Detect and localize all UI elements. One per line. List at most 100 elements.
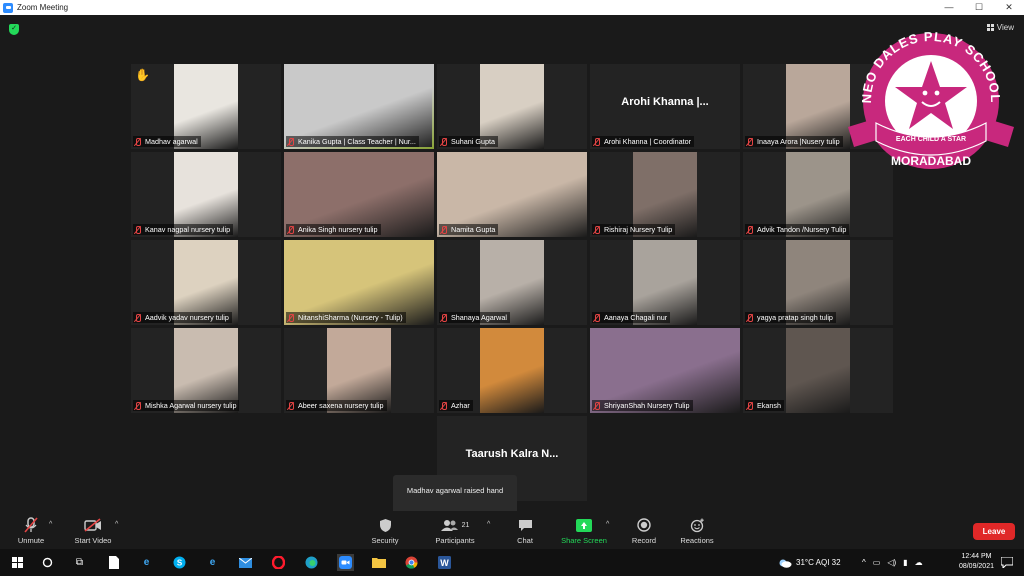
mic-muted-icon: [593, 313, 601, 322]
participant-tile[interactable]: Abeer saxena nursery tulip: [284, 328, 434, 413]
share-screen-button[interactable]: Share Screen: [557, 517, 611, 545]
cloud-icon: [779, 559, 792, 568]
raised-hand-notification-text: Madhav agarwal raised hand: [406, 486, 504, 495]
participant-name: Anika Singh nursery tulip: [298, 225, 378, 234]
mic-muted-icon: [593, 225, 601, 234]
zoom-app-icon: [3, 2, 13, 13]
unmute-button[interactable]: Unmute: [14, 517, 48, 545]
battery-icon[interactable]: ▮: [903, 558, 907, 567]
participant-name: Mishka Agarwal nursery tulip: [145, 401, 237, 410]
reactions-button[interactable]: Reactions: [677, 517, 717, 545]
participant-tile[interactable]: yagya pratap singh tulip: [743, 240, 893, 325]
participant-name: Arohi Khanna | Coordinator: [604, 137, 691, 146]
notifications-icon[interactable]: [998, 554, 1015, 571]
participants-caret-icon[interactable]: ^: [487, 521, 490, 528]
participants-label: Participants: [435, 536, 475, 545]
participant-tile[interactable]: Arohi Khanna |... Arohi Khanna | Coordina…: [590, 64, 740, 149]
participant-tile[interactable]: Kanika Gupta | Class Teacher | Nur...: [284, 64, 434, 149]
participant-name-label: ShriyanShah Nursery Tulip: [592, 400, 693, 411]
record-label: Record: [631, 536, 657, 545]
participant-tile[interactable]: Azhar: [437, 328, 587, 413]
participant-name-label: NitanshiSharma (Nursery - Tulip): [286, 312, 406, 323]
clock-time: 12:44 PM: [961, 553, 992, 560]
participant-name: Kanav nagpal nursery tulip: [145, 225, 231, 234]
mic-muted-icon: [14, 517, 48, 533]
file-explorer-icon[interactable]: [370, 554, 387, 571]
file-icon[interactable]: [105, 554, 122, 571]
minimize-button[interactable]: —: [934, 0, 964, 15]
school-logo: NEO DALES PLAY SCHOOL EACH CHILD A STAR …: [848, 29, 1014, 169]
mic-muted-icon: [287, 401, 295, 410]
edge-legacy-icon[interactable]: e: [204, 554, 221, 571]
participant-name: Advik Tandon /Nursery Tulip: [757, 225, 847, 234]
mic-muted-icon: [593, 137, 601, 146]
chat-button[interactable]: Chat: [510, 517, 540, 545]
maximize-button[interactable]: ☐: [964, 0, 994, 15]
onedrive-icon[interactable]: ☁: [915, 558, 923, 567]
participant-name: Madhav agarwal: [145, 137, 198, 146]
video-off-icon: [70, 517, 116, 533]
record-button[interactable]: Record: [627, 517, 661, 545]
logo-banner-text: EACH CHILD A STAR: [896, 136, 966, 143]
participant-tile[interactable]: ShriyanShah Nursery Tulip: [590, 328, 740, 413]
zoom-taskbar-icon[interactable]: [337, 554, 354, 571]
weather-widget[interactable]: 31°C AQI 32: [778, 549, 841, 576]
participant-name: Inaaya Arora |Nusery tulip: [757, 137, 840, 146]
leave-button[interactable]: Leave: [973, 523, 1015, 540]
participant-name: Aanaya Chagali nur: [604, 313, 668, 322]
share-options-caret-icon[interactable]: ^: [606, 521, 609, 528]
raised-hand-icon: ✋: [135, 68, 150, 82]
show-hidden-icons-icon[interactable]: ^: [862, 558, 866, 567]
participant-tile[interactable]: NitanshiSharma (Nursery - Tulip): [284, 240, 434, 325]
windows-start-icon[interactable]: [9, 554, 26, 571]
edge-icon[interactable]: [303, 554, 320, 571]
skype-icon[interactable]: S: [171, 554, 188, 571]
mic-muted-icon: [593, 401, 601, 410]
task-view-icon[interactable]: ⧉: [71, 554, 88, 571]
participant-tile[interactable]: Shanaya Agarwal: [437, 240, 587, 325]
participant-tile[interactable]: ✋ Madhav agarwal: [131, 64, 281, 149]
participant-tile[interactable]: Aanaya Chagali nur: [590, 240, 740, 325]
mic-muted-icon: [440, 225, 448, 234]
mic-muted-icon: [440, 137, 448, 146]
participant-tile[interactable]: Namita Gupta: [437, 152, 587, 237]
participant-tile[interactable]: Suhani Gupta: [437, 64, 587, 149]
participant-name-label: Ekansh: [745, 400, 784, 411]
participant-tile[interactable]: Mishka Agarwal nursery tulip: [131, 328, 281, 413]
participant-tile[interactable]: Ekansh: [743, 328, 893, 413]
chrome-icon[interactable]: [403, 554, 420, 571]
speaker-icon[interactable]: ◁): [887, 558, 896, 567]
network-icon[interactable]: ▭: [873, 558, 881, 567]
participant-name-label: Azhar: [439, 400, 473, 411]
participant-name-label: Kanika Gupta | Class Teacher | Nur...: [286, 136, 419, 147]
taskbar-clock[interactable]: 12:44 PM 08/09/2021: [959, 552, 994, 572]
internet-explorer-icon[interactable]: e: [138, 554, 155, 571]
participant-name: Shanaya Agarwal: [451, 313, 507, 322]
opera-icon[interactable]: [270, 554, 287, 571]
participant-name-label: Suhani Gupta: [439, 136, 498, 147]
participant-name: Suhani Gupta: [451, 137, 495, 146]
participant-name-label: Inaaya Arora |Nusery tulip: [745, 136, 843, 147]
audio-options-caret-icon[interactable]: ^: [49, 521, 52, 528]
mic-muted-icon: [440, 401, 448, 410]
participant-video: [480, 328, 544, 413]
participant-tile[interactable]: Kanav nagpal nursery tulip: [131, 152, 281, 237]
participants-button[interactable]: 21 Participants: [430, 517, 480, 545]
security-label: Security: [371, 536, 399, 545]
participant-tile[interactable]: Aadvik yadav nursery tulip: [131, 240, 281, 325]
search-icon[interactable]: [39, 554, 56, 571]
participant-tile[interactable]: Anika Singh nursery tulip: [284, 152, 434, 237]
mail-icon[interactable]: [237, 554, 254, 571]
video-options-caret-icon[interactable]: ^: [115, 521, 118, 528]
participants-icon: 21: [430, 517, 480, 533]
security-button[interactable]: Security: [366, 517, 404, 545]
word-icon[interactable]: W: [436, 554, 453, 571]
encryption-shield-icon[interactable]: ✓: [9, 24, 19, 35]
participant-tile[interactable]: Rishiraj Nursery Tulip: [590, 152, 740, 237]
close-button[interactable]: ✕: [994, 0, 1024, 15]
participant-name: NitanshiSharma (Nursery - Tulip): [298, 313, 403, 322]
security-shield-icon: [366, 517, 404, 533]
participant-name: Abeer saxena nursery tulip: [298, 401, 384, 410]
start-video-button[interactable]: Start Video: [70, 517, 116, 545]
participant-name: Aadvik yadav nursery tulip: [145, 313, 229, 322]
